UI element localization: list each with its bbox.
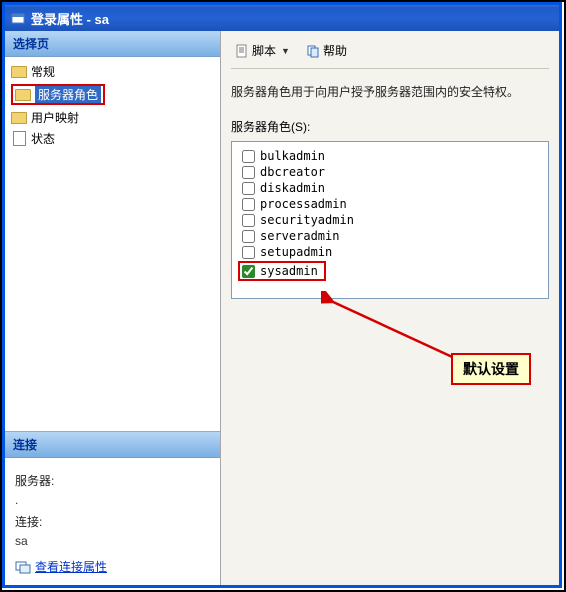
role-checkbox[interactable] [242, 214, 255, 227]
sidebar: 选择页 常规 服务器角色 用户映射 [5, 31, 221, 585]
connection-icon [15, 560, 31, 574]
connection-header: 连接 [5, 432, 220, 458]
role-checkbox[interactable] [242, 246, 255, 259]
description-text: 服务器角色用于向用户授予服务器范围内的安全特权。 [231, 83, 549, 100]
roles-label: 服务器角色(S): [231, 118, 549, 135]
role-name: diskadmin [260, 181, 325, 195]
role-name: sysadmin [260, 264, 318, 278]
role-name: processadmin [260, 197, 347, 211]
role-checkbox[interactable] [242, 198, 255, 211]
page-icon [11, 111, 27, 125]
role-checkbox[interactable] [242, 265, 255, 278]
role-item-serveradmin[interactable]: serveradmin [240, 228, 540, 244]
page-icon [11, 65, 27, 79]
nav-label: 用户映射 [31, 109, 79, 126]
nav-item-general[interactable]: 常规 [5, 61, 220, 82]
server-label: 服务器: [15, 472, 210, 489]
role-checkbox[interactable] [242, 166, 255, 179]
role-item-processadmin[interactable]: processadmin [240, 196, 540, 212]
nav-item-status[interactable]: 状态 [5, 128, 220, 149]
role-checkbox[interactable] [242, 230, 255, 243]
view-connection-text: 查看连接属性 [35, 558, 107, 575]
script-icon [235, 44, 249, 58]
page-icon [15, 88, 31, 102]
title-bar[interactable]: 登录属性 - sa [5, 5, 559, 31]
nav-label: 常规 [31, 63, 55, 80]
role-name: bulkadmin [260, 149, 325, 163]
annotation-overlay: 默认设置 [321, 291, 531, 381]
help-icon [306, 44, 320, 58]
role-name: setupadmin [260, 245, 332, 259]
role-item-dbcreator[interactable]: dbcreator [240, 164, 540, 180]
role-item-bulkadmin[interactable]: bulkadmin [240, 148, 540, 164]
window-icon [11, 11, 25, 25]
arrow-icon [321, 291, 531, 381]
connection-label: 连接: [15, 513, 210, 530]
role-name: dbcreator [260, 165, 325, 179]
toolbar: 脚本 ▼ 帮助 [231, 39, 549, 69]
page-icon [11, 132, 27, 146]
role-checkbox[interactable] [242, 182, 255, 195]
nav-label: 状态 [31, 130, 55, 147]
script-button[interactable]: 脚本 ▼ [231, 41, 294, 60]
role-checkbox[interactable] [242, 150, 255, 163]
server-roles-listbox[interactable]: bulkadmin dbcreator diskadmin processadm… [231, 141, 549, 299]
nav-item-user-mapping[interactable]: 用户映射 [5, 107, 220, 128]
connection-value: sa [15, 534, 210, 548]
role-name: serveradmin [260, 229, 339, 243]
nav-item-server-roles[interactable]: 服务器角色 [5, 82, 220, 107]
view-connection-link[interactable]: 查看连接属性 [15, 558, 210, 575]
nav-label: 服务器角色 [35, 86, 101, 103]
server-value: . [15, 493, 210, 507]
annotation-callout: 默认设置 [451, 353, 531, 385]
help-label: 帮助 [323, 42, 347, 59]
chevron-down-icon: ▼ [281, 46, 290, 56]
role-item-diskadmin[interactable]: diskadmin [240, 180, 540, 196]
role-name: securityadmin [260, 213, 354, 227]
connection-section: 连接 服务器: . 连接: sa 查看连接属性 [5, 431, 220, 585]
main-panel: 脚本 ▼ 帮助 服务器角色用于向用户授予服务器范围内的安全特权。 服务器角色(S… [221, 31, 559, 585]
nav-list: 常规 服务器角色 用户映射 [5, 57, 220, 153]
help-button[interactable]: 帮助 [302, 41, 351, 60]
window-title: 登录属性 - sa [31, 9, 109, 28]
dialog-window: 登录属性 - sa 选择页 常规 服务器角色 [2, 2, 562, 588]
role-item-sysadmin[interactable]: sysadmin [238, 261, 326, 281]
select-page-header: 选择页 [5, 31, 220, 57]
script-label: 脚本 [252, 42, 276, 59]
role-item-setupadmin[interactable]: setupadmin [240, 244, 540, 260]
role-item-securityadmin[interactable]: securityadmin [240, 212, 540, 228]
